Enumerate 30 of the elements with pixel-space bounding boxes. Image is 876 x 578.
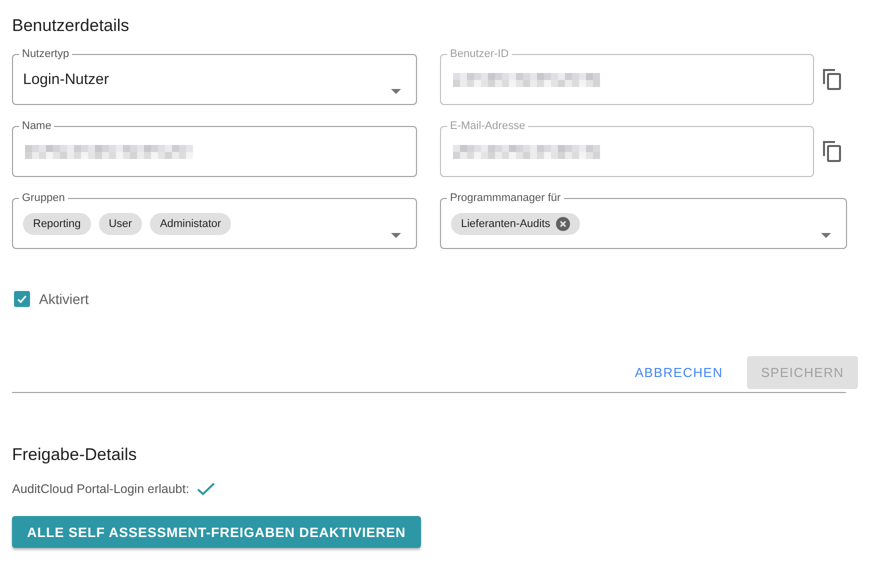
chip-label: Lieferanten-Audits [461, 218, 550, 230]
caret-icon[interactable] [391, 89, 401, 94]
remove-icon[interactable] [556, 216, 570, 230]
caret-icon[interactable] [391, 233, 401, 238]
chip-label: Administator [160, 218, 222, 230]
field-label: Name [21, 120, 52, 133]
chip[interactable]: User [98, 212, 142, 234]
form-field[interactable]: Gruppen Reporting User Administator [12, 192, 417, 249]
field-label: Programmmanager für [449, 192, 562, 205]
portal-login-label: AuditCloud Portal-Login erlaubt: [12, 482, 190, 496]
chip[interactable]: Administator [150, 212, 232, 234]
field-label: Nutzertyp [21, 48, 70, 61]
active-checkbox[interactable]: Aktiviert [14, 289, 858, 309]
section-title: Freigabe-Details [12, 444, 138, 466]
cancel-button[interactable]: ABBRECHEN [620, 356, 737, 389]
chip-label: Reporting [33, 218, 81, 230]
field-value: Login-Nutzer [23, 71, 109, 88]
field-label: Benutzer-ID [449, 48, 510, 61]
checkbox-label: Aktiviert [39, 291, 89, 307]
section-title: Benutzerdetails [12, 15, 130, 37]
form-field[interactable]: Name [12, 120, 417, 177]
field-label: E-Mail-Adresse [449, 120, 526, 133]
chip[interactable]: Lieferanten-Audits [451, 212, 580, 234]
checkbox[interactable] [14, 291, 30, 307]
chip-label: User [108, 218, 132, 230]
chip[interactable]: Reporting [23, 212, 91, 234]
form-field[interactable]: Programmmanager für Lieferanten-Audits [440, 192, 847, 249]
caret-icon[interactable] [821, 233, 831, 238]
form-field[interactable]: Nutzertyp Login-Nutzer [12, 48, 417, 105]
field-label: Gruppen [21, 192, 66, 205]
